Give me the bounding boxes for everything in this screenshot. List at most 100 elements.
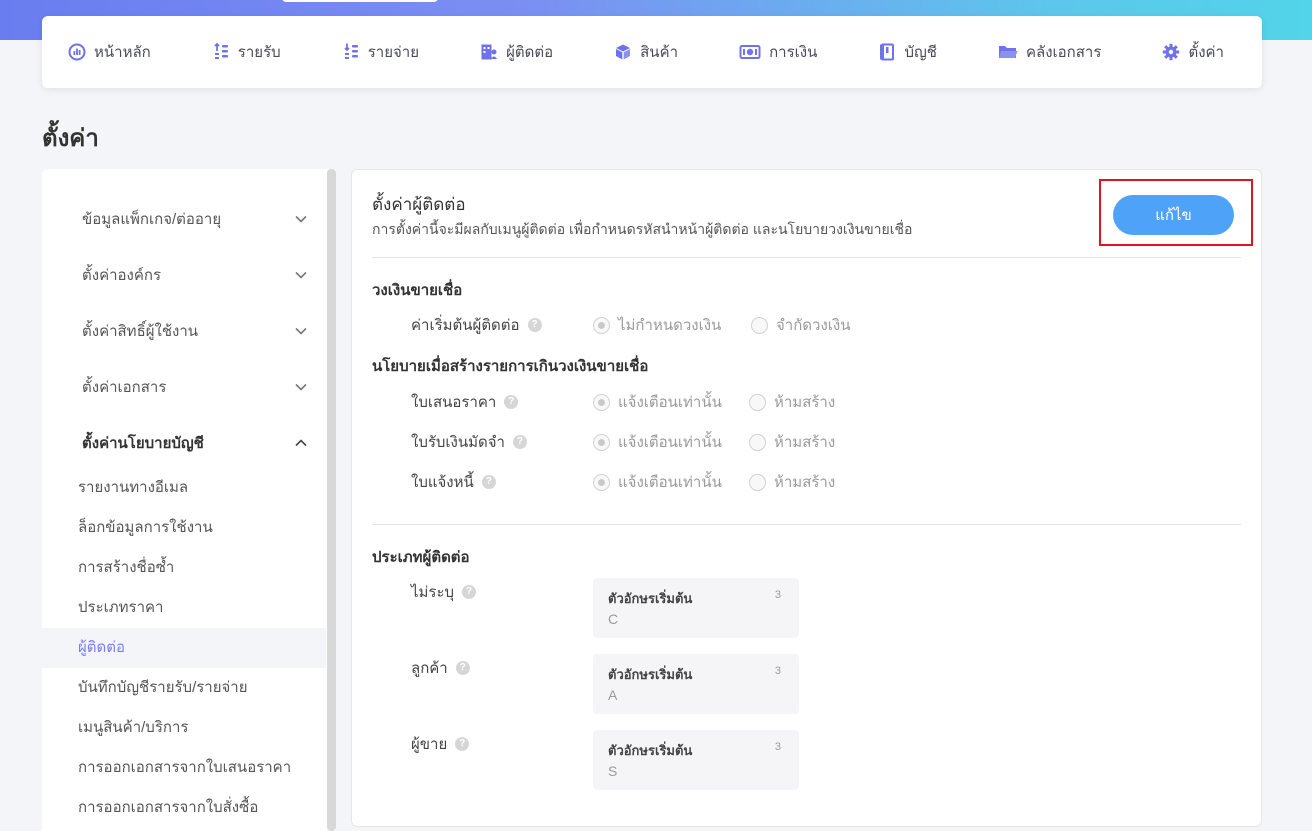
nav-label: บัญชี [904,44,937,61]
radio-limited[interactable]: จำกัดวงเงิน [751,313,851,337]
chevron-down-icon [295,271,307,279]
radio-dot [749,393,766,411]
chevron-up-icon [295,439,307,447]
nav-item-documents[interactable]: คลังเอกสาร [998,40,1101,64]
sidebar-scrollbar[interactable] [327,169,336,831]
prefix-field-customer[interactable]: ตัวอักษรเริ่มต้น 3 A [593,654,799,714]
nav-item-settings[interactable]: ตั้งค่า [1162,40,1224,64]
nav-item-finance[interactable]: การเงิน [739,40,817,64]
radio-label: จำกัดวงเงิน [776,317,851,334]
radio-label: แจ้งเตือนเท่านั้น [618,474,722,491]
row-label-text: ใบแจ้งหนี้ [411,474,474,491]
nav-label: รายจ่าย [367,44,419,61]
gear-icon [1163,43,1180,61]
nav-item-income[interactable]: รายรับ [212,40,281,64]
sidebar-group-label: ตั้งค่าเอกสาร [82,379,167,396]
field-value: A [608,687,618,703]
sidebar-group-package[interactable]: ข้อมูลแพ็กเกจ/ต่ออายุ [82,207,308,231]
chevron-down-icon [295,383,307,391]
nav-label: หน้าหลัก [94,44,151,61]
sidebar-group-accounting-policy[interactable]: ตั้งค่านโยบายบัญชี [82,431,308,455]
char-count: 3 [774,589,781,601]
nav-label: การเงิน [769,44,818,61]
field-value: S [608,763,618,779]
contact-type-row-vendor: ผู้ขาย ? [411,732,470,756]
policy-heading: นโยบายเมื่อสร้างรายการเกินวงเงินขายเชื่อ [372,358,649,375]
sidebar-item-from-purchase-order[interactable]: การออกเอกสารจากใบสั่งซื้อ [42,788,326,828]
radio-label: ไม่กำหนดวงเงิน [618,317,722,334]
panel-title: ตั้งค่าผู้ติดต่อ [372,195,466,214]
sidebar-item-contacts[interactable]: ผู้ติดต่อ [42,628,326,668]
radio-deposit-block[interactable]: ห้ามสร้าง [749,430,835,454]
radio-label: แจ้งเตือนเท่านั้น [618,434,722,451]
sidebar-item-duplicate-names[interactable]: การสร้างชื่อซ้ำ [42,548,326,588]
contact-type-heading: ประเภทผู้ติดต่อ [372,549,470,566]
edit-button[interactable]: แก้ไข [1113,195,1234,235]
field-label: ตัวอักษรเริ่มต้น [608,591,693,606]
char-count: 3 [774,741,781,753]
char-count: 3 [774,665,781,677]
help-icon[interactable]: ? [455,737,470,751]
help-icon[interactable]: ? [455,661,470,675]
radio-quotation-block[interactable]: ห้ามสร้าง [749,390,835,414]
radio-label: ห้ามสร้าง [774,474,836,491]
field-label: ตัวอักษรเริ่มต้น [608,743,693,758]
radio-dot [593,433,610,451]
credit-limit-heading: วงเงินขายเชื่อ [372,282,463,299]
radio-label: แจ้งเตือนเท่านั้น [618,394,722,411]
help-icon[interactable]: ? [462,585,477,599]
nav-item-home[interactable]: หน้าหลัก [68,40,151,64]
row-label-text: ลูกค้า [411,660,448,677]
nav-item-contacts[interactable]: ผู้ติดต่อ [480,40,553,64]
policy-row-quotation: ใบเสนอราคา ? [411,390,519,414]
row-label-text: ค่าเริ่มต้นผู้ติดต่อ [411,317,520,334]
nav-item-products[interactable]: สินค้า [614,40,678,64]
page-title: ตั้งค่า [42,125,99,152]
chevron-down-icon [295,327,307,335]
folder-icon [998,46,1018,58]
main-navbar: หน้าหลัก รายรับ รายจ่าย ผู้ติดต่อ สินค้า… [42,16,1262,88]
sidebar-item-price-types[interactable]: ประเภทราคา [42,588,326,628]
sidebar-group-documents[interactable]: ตั้งค่าเอกสาร [82,375,308,399]
divider [372,257,1241,258]
sidebar-item-product-menu[interactable]: เมนูสินค้า/บริการ [42,708,326,748]
divider [372,524,1241,525]
prefix-field-vendor[interactable]: ตัวอักษรเริ่มต้น 3 S [593,730,799,790]
sidebar-item-from-quotation[interactable]: การออกเอกสารจากใบเสนอราคา [42,748,326,788]
nav-item-accounting[interactable]: บัญชี [878,40,937,64]
sidebar-item-usage-log[interactable]: ล็อกข้อมูลการใช้งาน [42,508,326,548]
radio-invoice-warn[interactable]: แจ้งเตือนเท่านั้น [593,470,722,494]
radio-dot [749,433,766,451]
sidebar-group-label: ตั้งค่านโยบายบัญชี [82,435,204,452]
radio-dot [593,473,610,491]
settings-sidebar: ข้อมูลแพ็กเกจ/ต่ออายุ ตั้งค่าองค์กร ตั้ง… [42,169,336,831]
row-label-text: ไม่ระบุ [411,584,455,601]
sidebar-item-email-report[interactable]: รายงานทางอีเมล [42,468,326,508]
sidebar-group-permissions[interactable]: ตั้งค่าสิทธิ์ผู้ใช้งาน [82,319,308,343]
money-icon [739,45,761,59]
radio-quotation-warn[interactable]: แจ้งเตือนเท่านั้น [593,390,722,414]
nav-item-expense[interactable]: รายจ่าย [342,40,419,64]
income-icon [214,43,228,59]
expense-icon [344,43,358,59]
row-label-text: ใบรับเงินมัดจำ [411,434,505,451]
credit-default-label: ค่าเริ่มต้นผู้ติดต่อ ? [411,313,542,337]
help-icon[interactable]: ? [504,395,519,409]
help-icon[interactable]: ? [481,475,496,489]
sidebar-item-income-expense-records[interactable]: บันทึกบัญชีรายรับ/รายจ่าย [42,668,326,708]
radio-no-limit[interactable]: ไม่กำหนดวงเงิน [593,313,721,337]
radio-invoice-block[interactable]: ห้ามสร้าง [749,470,835,494]
radio-deposit-warn[interactable]: แจ้งเตือนเท่านั้น [593,430,722,454]
radio-dot [593,316,610,334]
dashboard-icon [68,43,86,61]
ledger-icon [880,43,895,61]
radio-dot [593,393,610,411]
help-icon[interactable]: ? [527,318,542,332]
prefix-field-unspecified[interactable]: ตัวอักษรเริ่มต้น 3 C [593,578,799,638]
nav-label: ผู้ติดต่อ [506,44,554,61]
nav-label: รายรับ [237,44,281,61]
sidebar-group-organization[interactable]: ตั้งค่าองค์กร [82,263,308,287]
field-label: ตัวอักษรเริ่มต้น [608,667,693,682]
contact-type-row-unspecified: ไม่ระบุ ? [411,580,477,604]
help-icon[interactable]: ? [512,435,527,449]
